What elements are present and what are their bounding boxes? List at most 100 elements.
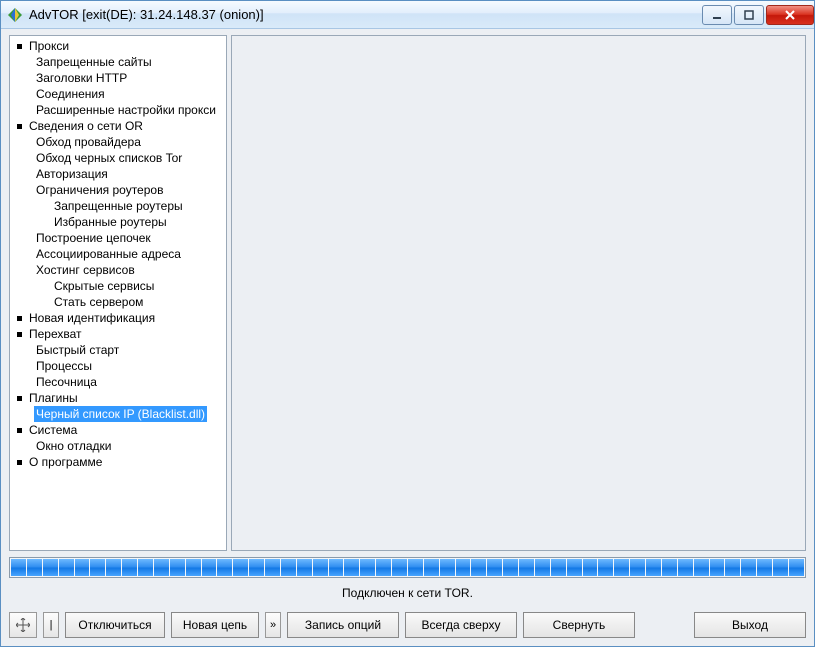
tree-item[interactable]: Стать сервером — [10, 294, 226, 310]
progress-segment — [360, 559, 375, 576]
progress-segment — [170, 559, 185, 576]
maximize-window-button[interactable] — [734, 5, 764, 25]
progress-segment — [741, 559, 756, 576]
titlebar: AdvTOR [exit(DE): 31.24.148.37 (onion)] — [1, 1, 814, 29]
close-window-button[interactable] — [766, 5, 814, 25]
tree-item-label: Окно отладки — [34, 438, 114, 454]
minimize-window-button[interactable] — [702, 5, 732, 25]
tree-item[interactable]: Сведения о сети OR — [10, 118, 226, 134]
save-options-button[interactable]: Запись опций — [287, 612, 399, 638]
tree-item[interactable]: Избранные роутеры — [10, 214, 226, 230]
new-chain-button[interactable]: Новая цепь — [171, 612, 259, 638]
progress-segment — [551, 559, 566, 576]
tree-item[interactable]: Запрещенные роутеры — [10, 198, 226, 214]
progress-segment — [297, 559, 312, 576]
progress-segment — [408, 559, 423, 576]
tree-item-label: Ассоциированные адреса — [34, 246, 183, 262]
exit-button[interactable]: Выход — [694, 612, 806, 638]
tree-item[interactable]: Обход провайдера — [10, 134, 226, 150]
window-title: AdvTOR [exit(DE): 31.24.148.37 (onion)] — [29, 7, 700, 22]
tree-item[interactable]: Ассоциированные адреса — [10, 246, 226, 262]
progress-segment — [583, 559, 598, 576]
progress-segment — [392, 559, 407, 576]
progress-segment — [710, 559, 725, 576]
expand-icon-button[interactable] — [9, 612, 37, 638]
progress-segment — [487, 559, 502, 576]
bullet-icon — [16, 395, 23, 402]
progress-segment — [27, 559, 42, 576]
progress-segment — [773, 559, 788, 576]
progress-segment — [471, 559, 486, 576]
bullet-icon — [16, 315, 23, 322]
tree-item[interactable]: Авторизация — [10, 166, 226, 182]
progress-segment — [186, 559, 201, 576]
status-text: Подключен к сети TOR. — [9, 586, 806, 600]
progress-segment — [90, 559, 105, 576]
tree-item[interactable]: Плагины — [10, 390, 226, 406]
always-on-top-button[interactable]: Всегда сверху — [405, 612, 517, 638]
tree-item[interactable]: Прокси — [10, 38, 226, 54]
tree-item[interactable]: О программе — [10, 454, 226, 470]
new-chain-more-button[interactable]: » — [265, 612, 281, 638]
tree-item[interactable]: Окно отладки — [10, 438, 226, 454]
tree-item-label: Расширенные настройки прокси — [34, 102, 218, 118]
tree-item[interactable]: Система — [10, 422, 226, 438]
bullet-icon — [16, 427, 23, 434]
progress-segment — [122, 559, 137, 576]
progress-segment — [519, 559, 534, 576]
tree-item[interactable]: Песочница — [10, 374, 226, 390]
tree-item-label: Соединения — [34, 86, 107, 102]
progress-segment — [535, 559, 550, 576]
tree-item[interactable]: Построение цепочек — [10, 230, 226, 246]
tree-item[interactable]: Расширенные настройки прокси — [10, 102, 226, 118]
progress-segment — [757, 559, 772, 576]
tree-item-label: О программе — [27, 454, 104, 470]
tree-item-label: Плагины — [27, 390, 80, 406]
tree-item[interactable]: Процессы — [10, 358, 226, 374]
tree-item[interactable]: Хостинг сервисов — [10, 262, 226, 278]
tree-item[interactable]: Запрещенные сайты — [10, 54, 226, 70]
progress-segment — [43, 559, 58, 576]
tree-item-label: Новая идентификация — [27, 310, 157, 326]
bullet-icon — [16, 123, 23, 130]
progress-segment — [725, 559, 740, 576]
tree-item-label: Быстрый старт — [34, 342, 121, 358]
tree-item[interactable]: Ограничения роутеров — [10, 182, 226, 198]
tree-item[interactable]: Перехват — [10, 326, 226, 342]
tree-item[interactable]: Новая идентификация — [10, 310, 226, 326]
tree-item-label: Процессы — [34, 358, 94, 374]
progress-segment — [344, 559, 359, 576]
client-area: ПроксиЗапрещенные сайтыЗаголовки HTTPСое… — [1, 29, 814, 646]
minimize-button[interactable]: Свернуть — [523, 612, 635, 638]
tree-item-label: Прокси — [27, 38, 71, 54]
disconnect-button[interactable]: Отключиться — [65, 612, 165, 638]
tree-item-label: Скрытые сервисы — [52, 278, 156, 294]
bullet-icon — [16, 331, 23, 338]
progress-segment — [281, 559, 296, 576]
tree-item[interactable]: Черный список IP (Blacklist.dll) — [10, 406, 226, 422]
progress-segment — [11, 559, 26, 576]
progress-segment — [614, 559, 629, 576]
tree-item[interactable]: Заголовки HTTP — [10, 70, 226, 86]
app-window: AdvTOR [exit(DE): 31.24.148.37 (onion)] … — [0, 0, 815, 647]
expand-adj-button[interactable]: | — [43, 612, 59, 638]
tree-item[interactable]: Скрытые сервисы — [10, 278, 226, 294]
progress-segment — [202, 559, 217, 576]
tree-item[interactable]: Соединения — [10, 86, 226, 102]
bullet-icon — [16, 43, 23, 50]
progress-segment — [217, 559, 232, 576]
tree-item-label: Ограничения роутеров — [34, 182, 165, 198]
tree-item-label: Запрещенные сайты — [34, 54, 154, 70]
progress-segment — [456, 559, 471, 576]
tree-item[interactable]: Быстрый старт — [10, 342, 226, 358]
tree-item[interactable]: Обход черных списков Tor — [10, 150, 226, 166]
tree-item-label: Сведения о сети OR — [27, 118, 145, 134]
progress-segment — [313, 559, 328, 576]
progress-segment — [138, 559, 153, 576]
nav-tree[interactable]: ПроксиЗапрещенные сайтыЗаголовки HTTPСое… — [9, 35, 227, 551]
tree-item-label: Построение цепочек — [34, 230, 153, 246]
progress-segment — [694, 559, 709, 576]
button-row: | Отключиться Новая цепь » Запись опций … — [9, 612, 806, 638]
progress-segment — [265, 559, 280, 576]
progress-segment — [598, 559, 613, 576]
